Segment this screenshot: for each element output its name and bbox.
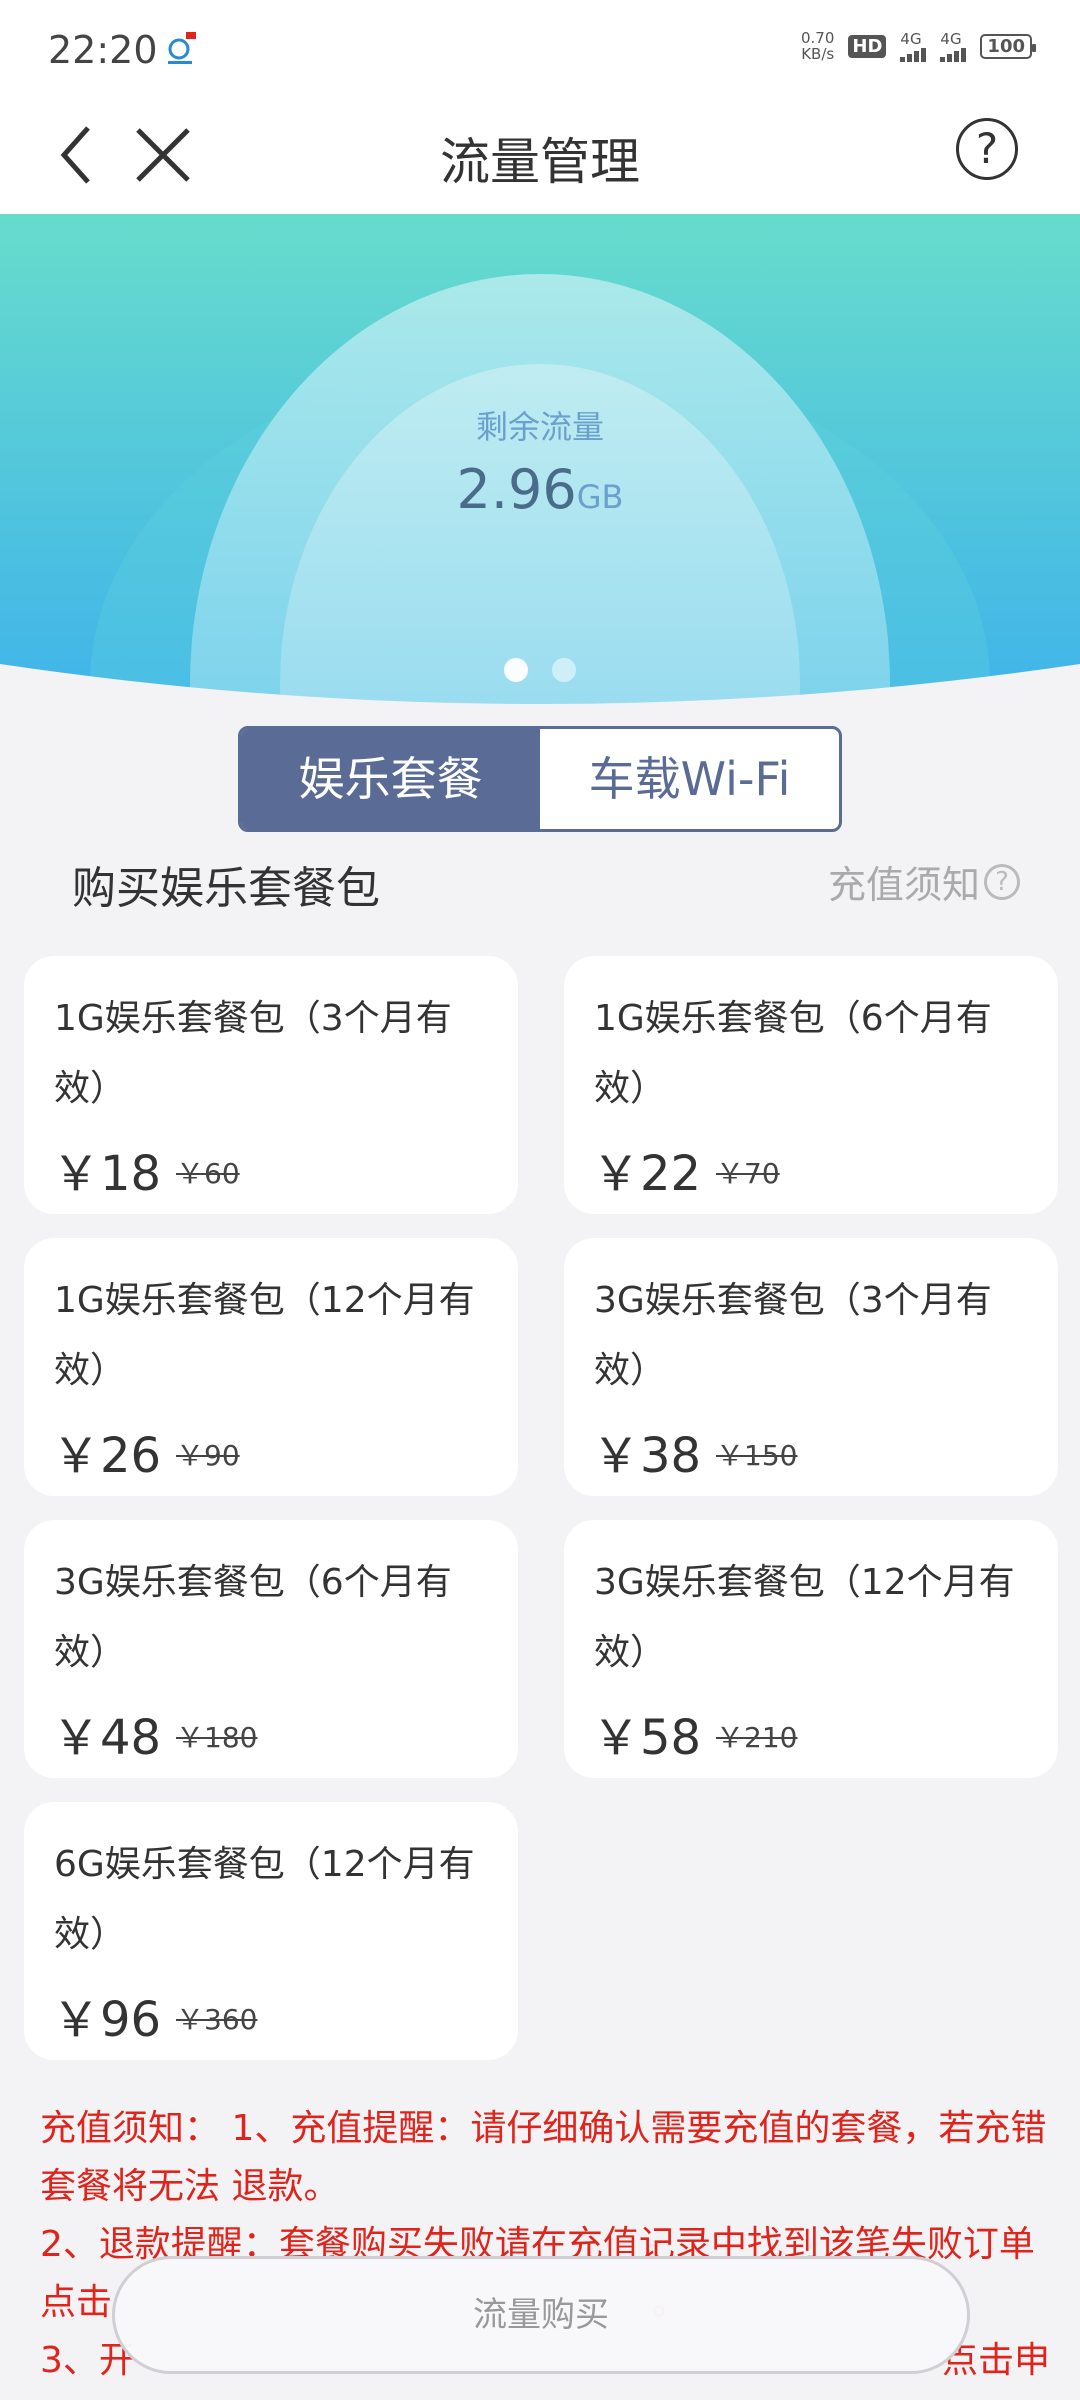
- title-bar: 流量管理 ?: [0, 100, 1080, 214]
- banner-pager: [0, 658, 1080, 682]
- package-card[interactable]: 3G娱乐套餐包（3个月有效） ￥38 ￥150: [564, 1238, 1058, 1496]
- package-card[interactable]: 3G娱乐套餐包（6个月有效） ￥48 ￥180: [24, 1520, 518, 1778]
- package-name: 1G娱乐套餐包（3个月有效）: [54, 998, 452, 1109]
- package-card[interactable]: 1G娱乐套餐包（12个月有效） ￥26 ￥90: [24, 1238, 518, 1496]
- package-original-price: ￥360: [176, 2003, 258, 2036]
- remaining-data-label: 剩余流量: [475, 408, 604, 446]
- status-bar: 22:20 0.70 KB/s HD 4G 4G 100: [0, 0, 1080, 100]
- package-original-price: ￥210: [716, 1721, 798, 1754]
- status-time: 22:20: [48, 28, 158, 72]
- package-card[interactable]: 1G娱乐套餐包（6个月有效） ￥22 ￥70: [564, 956, 1058, 1214]
- package-name: 1G娱乐套餐包（6个月有效）: [594, 998, 992, 1109]
- recharge-notice-link[interactable]: 充值须知 ?: [828, 854, 1020, 909]
- package-original-price: ￥180: [176, 1721, 258, 1754]
- package-card[interactable]: 1G娱乐套餐包（3个月有效） ￥18 ￥60: [24, 956, 518, 1214]
- notice-line: 充值须知： 1、充值提醒：请仔细确认需要充值的套餐，若充错套餐将无法 退款。: [40, 2108, 1047, 2207]
- package-price: ￥58: [592, 1710, 702, 1766]
- status-indicators: 0.70 KB/s HD 4G 4G 100: [801, 29, 1036, 63]
- net-speed: 0.70 KB/s: [801, 29, 835, 63]
- remaining-data-value: 2.96GB: [456, 458, 624, 521]
- package-original-price: ￥150: [716, 1439, 798, 1472]
- package-card[interactable]: 6G娱乐套餐包（12个月有效） ￥96 ￥360: [24, 1802, 518, 2060]
- signal-sim1-icon: 4G: [900, 30, 927, 62]
- package-original-price: ￥60: [176, 1157, 240, 1190]
- package-price: ￥48: [52, 1710, 162, 1766]
- pager-dot[interactable]: [504, 658, 528, 682]
- package-name: 3G娱乐套餐包（6个月有效）: [54, 1562, 452, 1673]
- package-price: ￥26: [52, 1428, 162, 1484]
- package-name: 3G娱乐套餐包（12个月有效）: [594, 1562, 1015, 1673]
- package-price: ￥22: [592, 1146, 702, 1202]
- package-price: ￥38: [592, 1428, 702, 1484]
- package-original-price: ￥90: [176, 1439, 240, 1472]
- battery-icon: 100: [980, 33, 1036, 59]
- package-name: 1G娱乐套餐包（12个月有效）: [54, 1280, 475, 1391]
- hd-voice-badge: HD: [848, 34, 887, 58]
- question-circle-icon: ?: [984, 863, 1020, 900]
- package-type-tabs: 娱乐套餐 车载Wi-Fi: [238, 726, 842, 832]
- remaining-data-banner[interactable]: 剩余流量 2.96GB: [0, 214, 1080, 714]
- package-original-price: ￥70: [716, 1157, 780, 1190]
- carrier-logo-icon: [168, 32, 196, 64]
- buy-data-button[interactable]: 流量购买: [112, 2256, 970, 2374]
- signal-sim2-icon: 4G: [940, 30, 967, 62]
- package-price: ￥18: [52, 1146, 162, 1202]
- package-card[interactable]: 3G娱乐套餐包（12个月有效） ￥58 ￥210: [564, 1520, 1058, 1778]
- package-name: 6G娱乐套餐包（12个月有效）: [54, 1844, 475, 1955]
- section-title: 购买娱乐套餐包: [72, 863, 380, 914]
- help-icon[interactable]: ?: [956, 118, 1018, 180]
- page-title: 流量管理: [440, 133, 640, 191]
- package-name: 3G娱乐套餐包（3个月有效）: [594, 1280, 992, 1391]
- pager-dot[interactable]: [552, 658, 576, 682]
- package-price: ￥96: [52, 1992, 162, 2048]
- tab-car-wifi[interactable]: 车载Wi-Fi: [540, 729, 839, 829]
- tab-entertainment[interactable]: 娱乐套餐: [241, 729, 540, 829]
